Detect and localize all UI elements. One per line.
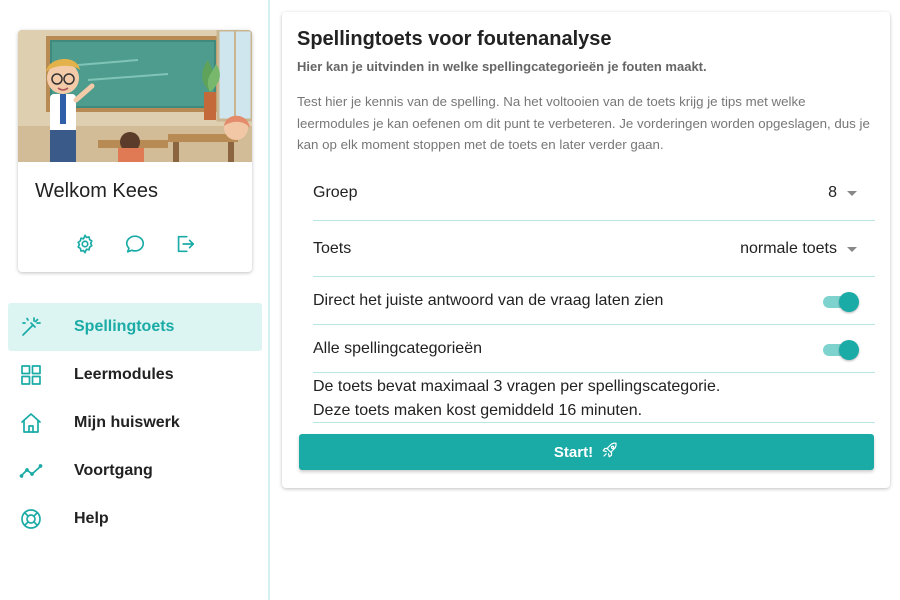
sidebar-item-label: Spellingtoets (74, 318, 175, 335)
start-button-label: Start! (553, 443, 594, 461)
show-answer-row: Direct het juiste antwoord van de vraag … (313, 277, 875, 325)
grid-icon (19, 363, 43, 387)
intro-text: Test hier je kennis van de spelling. Na … (297, 94, 870, 152)
start-button[interactable]: Start! (299, 434, 874, 470)
app: Welkom Kees Spellingtoets Leermodules Mi… (0, 0, 900, 600)
profile-card: Welkom Kees (18, 30, 252, 272)
toggle-thumb (839, 340, 859, 360)
toets-label: Toets (313, 240, 352, 257)
all-categories-toggle[interactable] (823, 340, 859, 360)
logout-icon[interactable] (173, 232, 197, 256)
duration-text: Deze toets maken kost gemiddeld 16 minut… (313, 402, 643, 419)
chat-icon[interactable] (123, 232, 147, 256)
toets-row: Toets normale toets (313, 221, 875, 277)
lifebuoy-icon (19, 507, 43, 531)
spelling-test-card: Spellingtoets voor foutenanalyse Hier ka… (282, 12, 890, 488)
sidebar-item-label: Voortgang (74, 462, 153, 479)
max-questions-text: De toets bevat maximaal 3 vragen per spe… (313, 378, 721, 395)
home-icon (19, 411, 43, 435)
all-categories-label: Alle spellingcategorieën (313, 340, 482, 357)
groep-label: Groep (313, 184, 358, 201)
toets-value: normale toets (740, 240, 837, 257)
all-categories-row: Alle spellingcategorieën (313, 325, 875, 373)
sidebar-item-label: Mijn huiswerk (74, 414, 180, 431)
sidebar-item-voortgang[interactable]: Voortgang (8, 447, 262, 495)
page-subtitle: Hier kan je uitvinden in welke spellingc… (297, 59, 707, 74)
show-answer-toggle[interactable] (823, 292, 859, 312)
toggle-thumb (839, 292, 859, 312)
groep-select[interactable]: 8 (828, 184, 857, 202)
chevron-down-icon (847, 190, 857, 196)
gear-icon[interactable] (73, 232, 97, 256)
sidebar-item-label: Help (74, 510, 109, 527)
sidebar: Welkom Kees Spellingtoets Leermodules Mi… (0, 0, 270, 600)
classroom-illustration (18, 30, 252, 162)
groep-row: Groep 8 (313, 168, 875, 221)
sidebar-item-leermodules[interactable]: Leermodules (8, 351, 262, 399)
chevron-down-icon (847, 246, 857, 252)
welcome-message: Welkom Kees (35, 180, 159, 202)
test-settings-form: Groep 8 Toets normale toets Direct het j… (313, 168, 875, 423)
sidebar-item-label: Leermodules (74, 366, 174, 383)
rocket-icon (601, 441, 619, 464)
test-info: De toets bevat maximaal 3 vragen per spe… (313, 373, 875, 423)
trend-icon (19, 459, 43, 483)
page-title: Spellingtoets voor foutenanalyse (297, 28, 612, 50)
sidebar-item-spellingtoets[interactable]: Spellingtoets (8, 303, 262, 351)
toets-select[interactable]: normale toets (740, 240, 857, 258)
profile-actions (18, 232, 252, 256)
sidebar-item-help[interactable]: Help (8, 495, 262, 543)
groep-value: 8 (828, 184, 837, 201)
sidebar-item-mijn-huiswerk[interactable]: Mijn huiswerk (8, 399, 262, 447)
magic-wand-icon (19, 315, 43, 339)
show-answer-label: Direct het juiste antwoord van de vraag … (313, 292, 664, 309)
sidebar-nav: Spellingtoets Leermodules Mijn huiswerk … (8, 303, 262, 543)
